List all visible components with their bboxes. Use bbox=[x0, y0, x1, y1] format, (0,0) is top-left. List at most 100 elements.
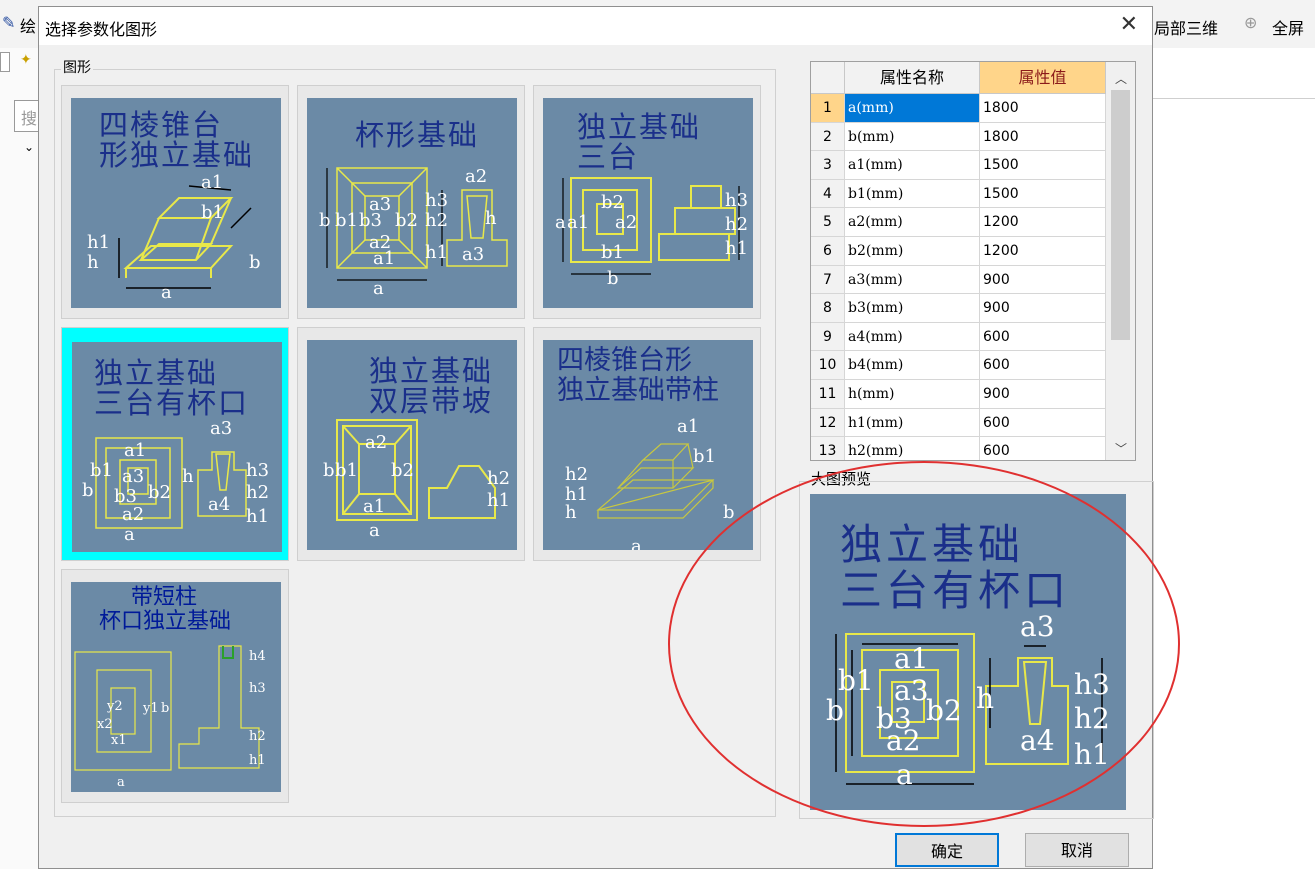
property-value[interactable]: 900 bbox=[980, 294, 1106, 323]
cancel-button[interactable]: 取消 bbox=[1025, 833, 1129, 867]
dialog-title: 选择参数化图形 bbox=[45, 20, 158, 39]
shape-group-label: 图形 bbox=[61, 57, 93, 77]
svg-text:h2: h2 bbox=[249, 729, 266, 744]
property-value[interactable]: 1200 bbox=[980, 237, 1106, 266]
property-value[interactable]: 600 bbox=[980, 408, 1106, 438]
svg-text:b: b bbox=[319, 210, 331, 231]
grid-scrollbar[interactable]: ︿ ﹀ bbox=[1106, 62, 1135, 460]
dialog-titlebar: 选择参数化图形 ✕ bbox=[39, 7, 1152, 45]
scroll-down-icon[interactable]: ﹀ bbox=[1115, 440, 1127, 457]
shape-tile-three-step-cup-footing[interactable]: 独立基础 三台有杯口 a1 b1 b a3 b3 b2 a2 a a3 h h3 h2 h1 a4 bbox=[61, 327, 289, 561]
svg-text:a4: a4 bbox=[208, 494, 230, 515]
scroll-up-icon[interactable]: ︿ bbox=[1115, 70, 1127, 87]
property-row[interactable]: 3 a1(mm) 1500 bbox=[811, 151, 1106, 180]
property-value[interactable]: 900 bbox=[980, 380, 1106, 409]
partial-3d-button[interactable]: 局部三维 bbox=[1154, 15, 1218, 39]
property-value[interactable]: 900 bbox=[980, 265, 1106, 295]
property-value[interactable]: 600 bbox=[980, 437, 1106, 460]
svg-text:a2: a2 bbox=[465, 166, 487, 187]
property-name: a2(mm) bbox=[845, 208, 980, 237]
svg-text:h2: h2 bbox=[246, 482, 269, 503]
svg-text:a3: a3 bbox=[210, 418, 232, 439]
svg-text:h1: h1 bbox=[1074, 738, 1110, 771]
shape-thumbnail: 独立基础 三台 a a1 b2 a2 b1 b h3 h2 h1 bbox=[543, 98, 753, 308]
fullscreen-button[interactable]: 全屏 bbox=[1272, 15, 1304, 39]
shape-thumbnail: 四棱锥台 形独立基础 a1 b1 b h1 h a bbox=[71, 98, 281, 308]
left-field[interactable] bbox=[0, 52, 10, 72]
property-row[interactable]: 8 b3(mm) 900 bbox=[811, 294, 1106, 323]
row-number: 2 bbox=[811, 122, 845, 152]
property-row[interactable]: 7 a3(mm) 900 bbox=[811, 265, 1106, 295]
row-number: 7 bbox=[811, 265, 845, 295]
draw-label[interactable]: 绘 bbox=[20, 13, 36, 37]
close-icon[interactable]: ✕ bbox=[1120, 12, 1138, 37]
svg-text:h: h bbox=[565, 502, 577, 523]
svg-text:a: a bbox=[373, 278, 384, 299]
svg-text:x2: x2 bbox=[97, 717, 113, 732]
svg-text:b1: b1 bbox=[838, 664, 874, 697]
property-value[interactable]: 1500 bbox=[980, 179, 1106, 209]
property-row[interactable]: 13 h2(mm) 600 bbox=[811, 437, 1106, 460]
shape-tile-pyramid-footing[interactable]: 四棱锥台 形独立基础 a1 b1 b h1 h a bbox=[61, 85, 289, 319]
row-number-header bbox=[811, 62, 845, 94]
scroll-thumb[interactable] bbox=[1111, 90, 1130, 340]
property-value[interactable]: 1800 bbox=[980, 94, 1106, 123]
add-icon[interactable]: ✦ bbox=[20, 52, 32, 68]
property-value[interactable]: 1200 bbox=[980, 208, 1106, 237]
shape-tile-double-slope-footing[interactable]: 独立基础 双层带坡 b b1 a2 b2 a1 a h2 h1 bbox=[297, 327, 525, 561]
property-grid[interactable]: 属性名称 属性值 1 a(mm) 1800 2 b(mm) 1800 3 a1(mm) 1500… bbox=[810, 61, 1136, 461]
svg-text:b: b bbox=[249, 252, 261, 273]
shape-tile-three-step-footing[interactable]: 独立基础 三台 a a1 b2 a2 b1 b h3 h2 h1 bbox=[533, 85, 761, 319]
svg-text:h: h bbox=[485, 208, 497, 229]
property-row[interactable]: 4 b1(mm) 1500 bbox=[811, 179, 1106, 209]
chevron-down-icon[interactable]: ⌄ bbox=[24, 140, 34, 154]
property-name: b4(mm) bbox=[845, 351, 980, 380]
app-right-panel bbox=[1153, 48, 1315, 869]
three-step-footing-diagram: a a1 b2a2 b1 b h3 h2 h1 bbox=[555, 177, 748, 289]
shape-tile-short-column-cup-footing[interactable]: 带短柱 杯口独立基础 x2 y2 x1 y1 b a h4 h3 h2 h1 bbox=[61, 569, 289, 803]
property-row[interactable]: 10 b4(mm) 600 bbox=[811, 351, 1106, 380]
svg-text:b: b bbox=[82, 480, 94, 501]
property-row[interactable]: 5 a2(mm) 1200 bbox=[811, 208, 1106, 237]
row-number: 3 bbox=[811, 151, 845, 180]
ok-button[interactable]: 确定 bbox=[895, 833, 999, 867]
property-row[interactable]: 12 h1(mm) 600 bbox=[811, 408, 1106, 438]
svg-text:h1: h1 bbox=[87, 232, 110, 253]
property-value-header: 属性值 bbox=[980, 62, 1106, 94]
svg-text:h3: h3 bbox=[1074, 668, 1110, 701]
svg-text:a2: a2 bbox=[122, 504, 144, 525]
shape-thumbnail: 带短柱 杯口独立基础 x2 y2 x1 y1 b a h4 h3 h2 h1 bbox=[71, 582, 281, 792]
property-value[interactable]: 1800 bbox=[980, 122, 1106, 152]
property-row[interactable]: 6 b2(mm) 1200 bbox=[811, 237, 1106, 266]
property-name: h(mm) bbox=[845, 380, 980, 409]
property-value[interactable]: 1500 bbox=[980, 151, 1106, 180]
property-row[interactable]: 11 h(mm) 900 bbox=[811, 380, 1106, 409]
pyramid-footing-diagram: a1 b1 b h1h a bbox=[87, 172, 261, 303]
svg-text:b1: b1 bbox=[601, 242, 624, 263]
short-column-cup-footing-diagram: x2 y2 x1 y1 b a h4 h3 h2 h1 bbox=[74, 645, 266, 790]
svg-text:a1: a1 bbox=[677, 416, 699, 437]
svg-text:h3: h3 bbox=[246, 460, 269, 481]
property-row[interactable]: 1 a(mm) 1800 bbox=[811, 94, 1106, 123]
shape-tile-cup-footing[interactable]: 杯形基础 b b1 b3 b2 a3 a2 a1 a h3 h2 h1 h a2 a3 bbox=[297, 85, 525, 319]
row-number: 4 bbox=[811, 179, 845, 209]
three-step-cup-footing-diagram: a1b1ba3b3 b2a2aa3h h3h2h1a4 bbox=[82, 418, 269, 545]
svg-text:h1: h1 bbox=[249, 753, 266, 768]
svg-text:h4: h4 bbox=[249, 649, 266, 664]
shape-tile-pyramid-footing-with-column[interactable]: 四棱锥台形 独立基础带柱 a1 b1 b h2 h1 h a bbox=[533, 327, 761, 561]
row-number: 5 bbox=[811, 208, 845, 237]
svg-text:b2: b2 bbox=[395, 210, 418, 231]
row-number: 12 bbox=[811, 408, 845, 438]
draw-icon[interactable]: ✎ bbox=[2, 13, 15, 32]
property-name: a(mm) bbox=[845, 94, 980, 123]
property-row[interactable]: 9 a4(mm) 600 bbox=[811, 322, 1106, 352]
svg-text:a: a bbox=[555, 212, 566, 233]
svg-text:a3: a3 bbox=[122, 466, 144, 487]
svg-text:h1: h1 bbox=[246, 506, 269, 527]
row-number: 9 bbox=[811, 322, 845, 352]
property-value[interactable]: 600 bbox=[980, 351, 1106, 380]
property-row[interactable]: 2 b(mm) 1800 bbox=[811, 122, 1106, 152]
property-value[interactable]: 600 bbox=[980, 322, 1106, 352]
svg-text:y1: y1 bbox=[142, 701, 159, 716]
shape-thumbnail: 杯形基础 b b1 b3 b2 a3 a2 a1 a h3 h2 h1 h a2 a3 bbox=[307, 98, 517, 308]
